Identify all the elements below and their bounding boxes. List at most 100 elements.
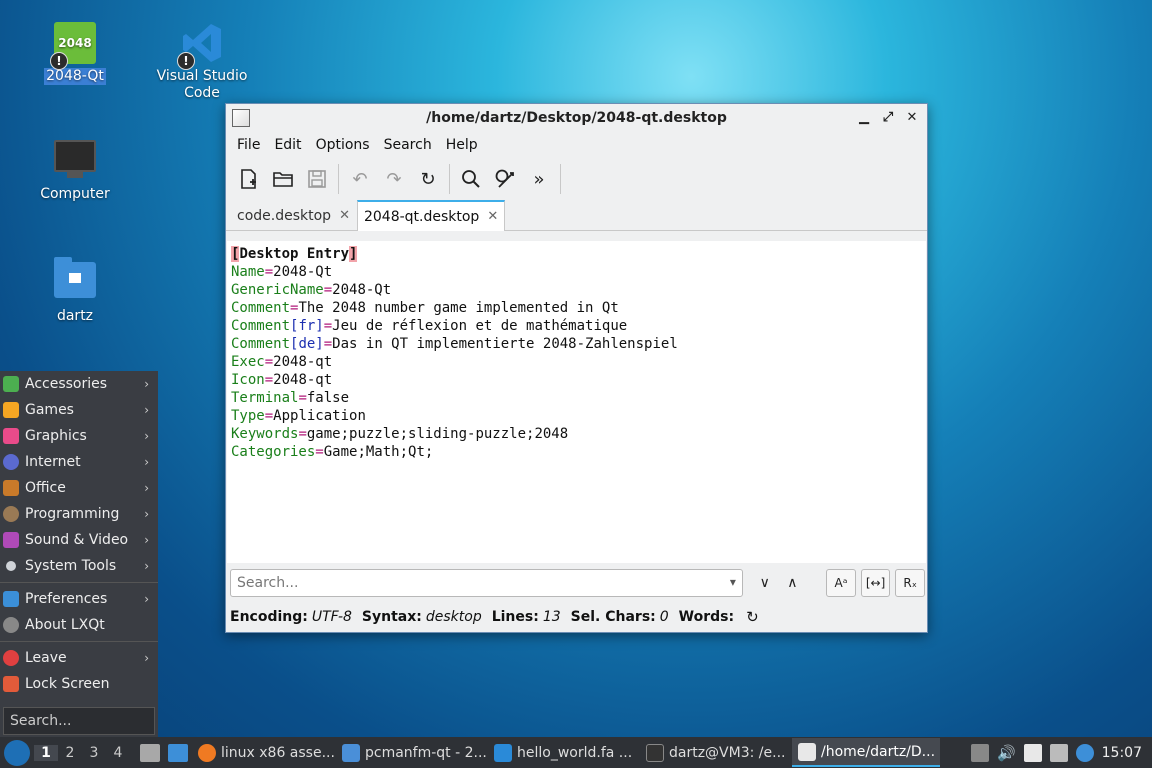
editor-line: GenericName=2048-Qt: [231, 282, 392, 298]
show-desktop-icon[interactable]: [168, 743, 188, 762]
find-previous-icon[interactable]: ∧: [779, 569, 807, 597]
sel-chars-value: 0: [659, 609, 669, 625]
desktop-icon-home-folder[interactable]: dartz: [20, 257, 130, 325]
desktop-icon-vscode[interactable]: ! Visual Studio Code: [147, 22, 257, 102]
maximize-button[interactable]: ⤢: [879, 110, 897, 125]
desktop-icon-2048[interactable]: 2048 ! 2048-Qt: [20, 22, 130, 85]
desktop-icon-label: Visual Studio Code: [156, 68, 248, 101]
menu-item-system-tools[interactable]: System Tools ›: [0, 553, 158, 579]
menu-separator: [0, 641, 158, 642]
match-case-button[interactable]: Aᵃ: [826, 569, 856, 597]
menu-item-games[interactable]: Games ›: [0, 397, 158, 423]
close-tab-icon[interactable]: ✕: [487, 209, 498, 224]
taskbar: 1 2 3 4 linux x86 asse... pcmanfm-qt - 2…: [0, 737, 1152, 768]
task-terminal[interactable]: dartz@VM3: /e...: [640, 738, 792, 767]
task-featherpad[interactable]: /home/dartz/D...: [792, 738, 940, 767]
undo-icon[interactable]: ↶: [345, 164, 375, 194]
warning-badge-icon: !: [50, 52, 68, 70]
menu-item-leave[interactable]: Leave ›: [0, 645, 158, 671]
menu-item-internet[interactable]: Internet ›: [0, 449, 158, 475]
office-icon: [3, 480, 19, 496]
clipboard-icon[interactable]: [970, 743, 989, 762]
graphics-icon: [3, 428, 19, 444]
editor-line: Categories=Game;Math;Qt;: [231, 444, 434, 460]
search-bar: Search... ▾ ∨ ∧ Aᵃ [↔] Rₓ: [230, 568, 925, 598]
folder-icon: [342, 743, 360, 762]
clock[interactable]: 15:07: [1102, 745, 1142, 761]
menu-item-preferences[interactable]: Preferences ›: [0, 586, 158, 612]
menu-item-programming[interactable]: Programming ›: [0, 501, 158, 527]
desktop-switch-3[interactable]: 3: [82, 745, 106, 761]
new-file-icon[interactable]: [234, 164, 264, 194]
desktop-icon-label: dartz: [56, 308, 94, 324]
preferences-icon: [3, 591, 19, 607]
chevron-right-icon: ›: [144, 377, 149, 391]
find-icon[interactable]: [456, 164, 486, 194]
power-icon: [3, 650, 19, 666]
menu-item-accessories[interactable]: Accessories ›: [0, 371, 158, 397]
editor-line: Type=Application: [231, 408, 366, 424]
encoding-value: UTF-8: [311, 609, 352, 625]
task-pcmanfm[interactable]: pcmanfm-qt - 2...: [336, 738, 488, 767]
system-tools-icon: [6, 561, 16, 571]
text-editor-area[interactable]: [Desktop Entry] Name=2048-Qt GenericName…: [227, 241, 926, 563]
chevron-right-icon: ›: [144, 429, 149, 443]
start-menu-button[interactable]: [4, 739, 30, 766]
start-menu: Accessories › Games › Graphics › Internet › …: [0, 371, 158, 737]
window-title: /home/dartz/Desktop/2048-qt.desktop: [426, 109, 727, 126]
menu-edit[interactable]: Edit: [267, 137, 308, 153]
close-button[interactable]: ✕: [903, 110, 921, 125]
find-replace-icon[interactable]: [490, 164, 520, 194]
menu-search[interactable]: Search: [377, 137, 439, 153]
tab-code-desktop[interactable]: code.desktop ✕: [230, 200, 357, 230]
status-bar: Encoding: UTF-8 Syntax: desktop Lines: 13 S…: [230, 608, 759, 626]
task-firefox[interactable]: linux x86 asse...: [192, 738, 336, 767]
chevron-down-icon[interactable]: ▾: [730, 575, 736, 589]
menu-item-sound-video[interactable]: Sound & Video ›: [0, 527, 158, 553]
menu-bar: File Edit Options Search Help: [226, 131, 927, 159]
update-notifier-icon[interactable]: [1075, 743, 1094, 762]
menu-help[interactable]: Help: [439, 137, 485, 153]
save-icon[interactable]: [302, 164, 332, 194]
menu-file[interactable]: File: [230, 137, 267, 153]
task-vscode[interactable]: hello_world.fa ...: [488, 738, 640, 767]
chevron-right-icon: ›: [144, 455, 149, 469]
menu-item-about-lxqt[interactable]: About LXQt: [0, 612, 158, 638]
file-manager-quicklaunch-icon[interactable]: [140, 743, 160, 762]
desktop-switch-1[interactable]: 1: [34, 744, 58, 761]
syntax-value: desktop: [425, 609, 482, 625]
menu-options[interactable]: Options: [309, 137, 377, 153]
tab-label: code.desktop: [237, 207, 332, 224]
chevron-right-icon: ›: [144, 403, 149, 417]
desktop-switch-4[interactable]: 4: [106, 745, 130, 761]
more-tools-icon[interactable]: »: [524, 164, 554, 194]
search-input[interactable]: Search... ▾: [230, 569, 743, 597]
reload-icon[interactable]: ↻: [413, 164, 443, 194]
menu-search-input[interactable]: Search...: [3, 707, 155, 735]
open-folder-icon[interactable]: [268, 164, 298, 194]
menu-item-office[interactable]: Office ›: [0, 475, 158, 501]
find-next-icon[interactable]: ∨: [751, 569, 779, 597]
title-bar[interactable]: /home/dartz/Desktop/2048-qt.desktop ▁ ⤢ …: [226, 104, 927, 131]
whole-word-button[interactable]: [↔]: [860, 569, 891, 597]
vscode-icon: [494, 743, 512, 762]
refresh-word-count-icon[interactable]: ↻: [746, 608, 759, 626]
minimize-button[interactable]: ▁: [855, 110, 873, 125]
menu-item-lock-screen[interactable]: Lock Screen: [0, 671, 158, 697]
editor-line: Name=2048-Qt: [231, 264, 333, 280]
network-icon[interactable]: [1049, 743, 1068, 762]
system-tray: 🔊 15:07: [970, 743, 1152, 762]
close-tab-icon[interactable]: ✕: [339, 208, 350, 223]
notes-icon[interactable]: [1023, 743, 1042, 762]
featherpad-icon: [232, 108, 250, 127]
menu-item-graphics[interactable]: Graphics ›: [0, 423, 158, 449]
volume-icon[interactable]: 🔊: [997, 744, 1016, 762]
desktop-switch-2[interactable]: 2: [58, 745, 82, 761]
redo-icon[interactable]: ↷: [379, 164, 409, 194]
regex-button[interactable]: Rₓ: [895, 569, 925, 597]
editor-line: Comment[de]=Das in QT implementierte 204…: [231, 336, 678, 352]
toolbar: ↶ ↷ ↻ »: [226, 159, 927, 199]
desktop-icon-computer[interactable]: Computer: [20, 140, 130, 203]
tab-2048-qt-desktop[interactable]: 2048-qt.desktop ✕: [356, 200, 506, 231]
desktop-icon-label: Computer: [40, 186, 110, 202]
